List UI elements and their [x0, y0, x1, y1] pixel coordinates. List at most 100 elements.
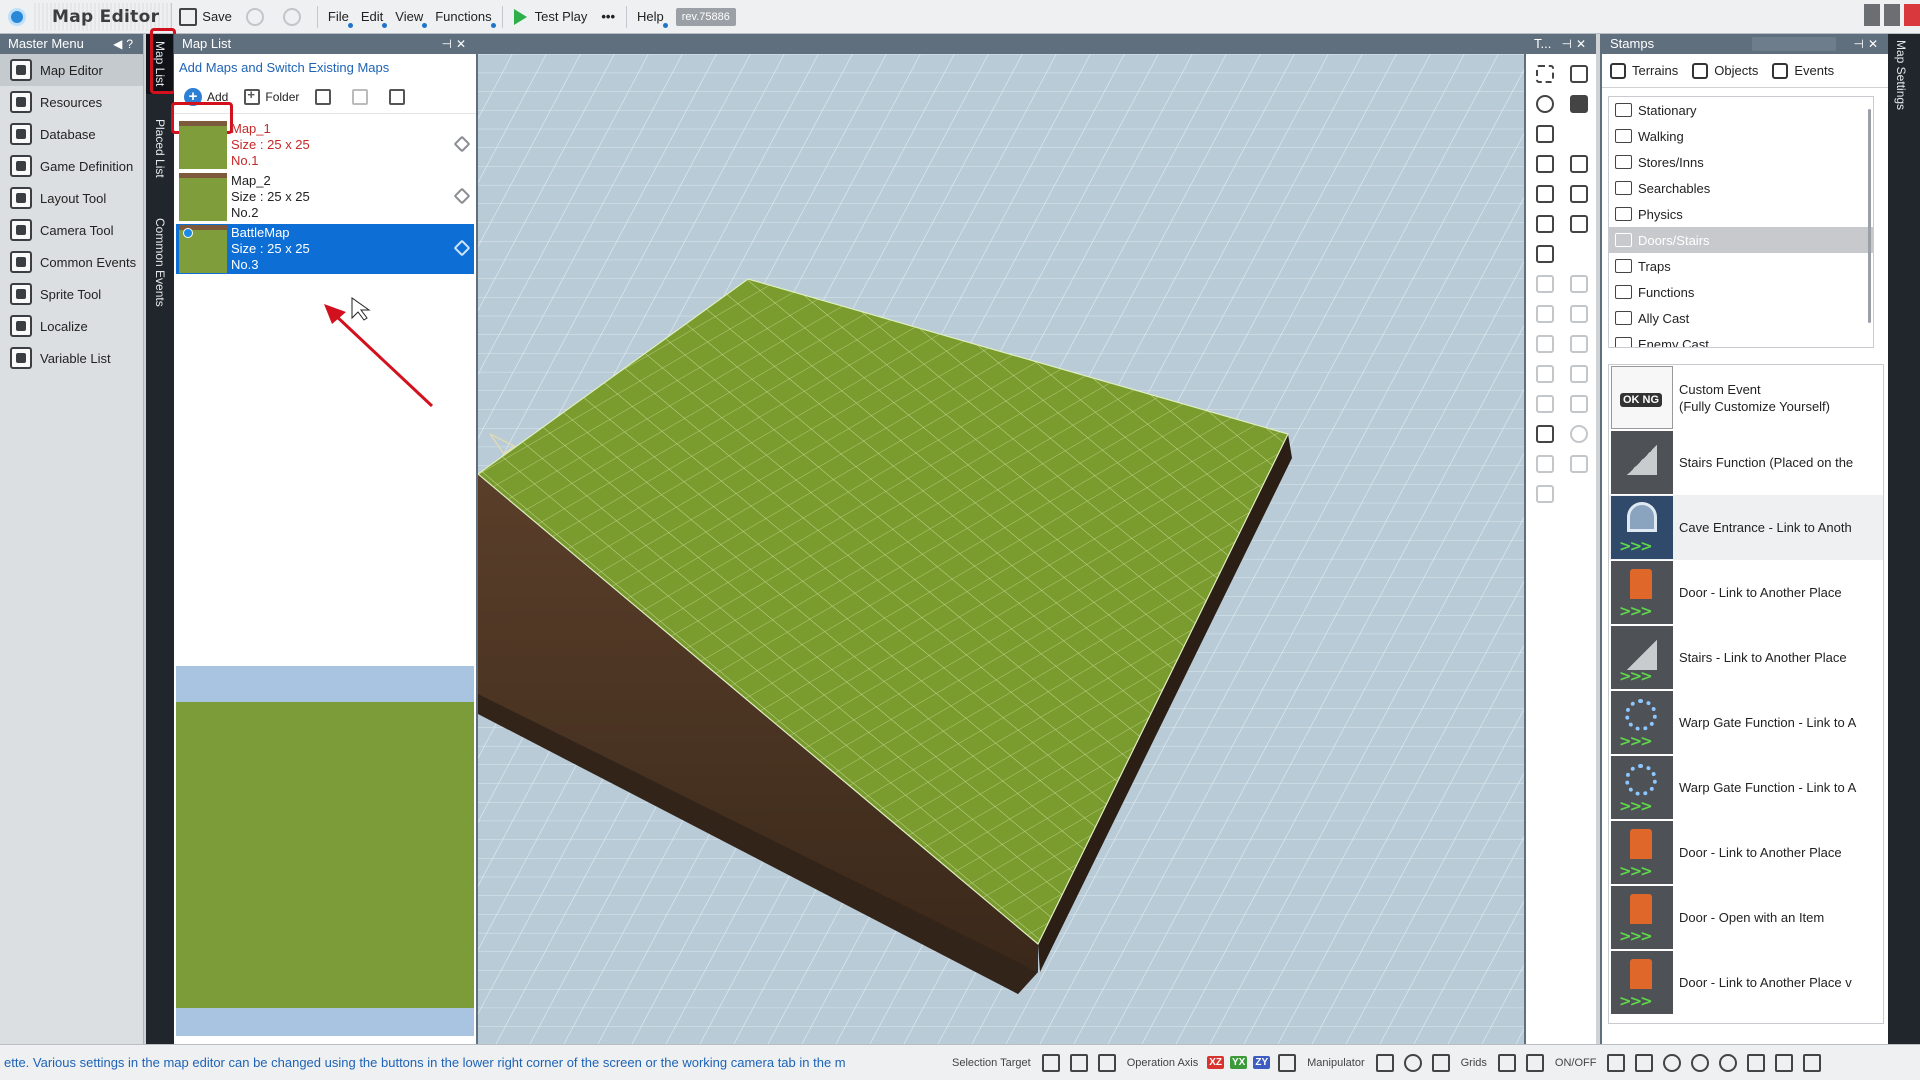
tab-terrains[interactable]: Terrains — [1610, 62, 1678, 79]
master-menu-item[interactable]: Sprite Tool — [0, 278, 143, 310]
view-character-icon[interactable] — [1775, 1053, 1794, 1072]
stamp-category-item[interactable]: Stationary — [1609, 97, 1873, 123]
duplicate-map-button[interactable] — [309, 84, 342, 110]
map-list-item-selected[interactable]: BattleMap Size : 25 x 25 No.3 — [176, 224, 474, 274]
stamp-item[interactable]: >>> Warp Gate Function - Link to A — [1609, 755, 1883, 820]
stamp-tool[interactable] — [1566, 210, 1592, 238]
delete-tool[interactable] — [1532, 480, 1558, 508]
layer-tool[interactable] — [1566, 330, 1592, 358]
stamps-search-input[interactable] — [1752, 37, 1836, 51]
lower-tool[interactable] — [1566, 270, 1592, 298]
stamp-item[interactable]: >>> Door - Open with an Item — [1609, 885, 1883, 950]
bucket-tool[interactable] — [1566, 150, 1592, 178]
cube-tool[interactable] — [1532, 120, 1558, 148]
target-tool[interactable] — [1566, 420, 1592, 448]
tab-events[interactable]: Events — [1772, 62, 1834, 79]
stamp-item[interactable]: Stairs Function (Placed on the — [1609, 430, 1883, 495]
triangle-tool[interactable] — [1532, 360, 1558, 388]
view-settings-icon[interactable] — [1691, 1053, 1710, 1072]
house-tool[interactable] — [1532, 240, 1558, 268]
stamp-category-item[interactable]: Traps — [1609, 253, 1873, 279]
map-3d-scene[interactable] — [478, 54, 1524, 1044]
stamp-category-item[interactable]: Ally Cast — [1609, 305, 1873, 331]
stamp-category-item[interactable]: Functions — [1609, 279, 1873, 305]
pencil-tool[interactable] — [1532, 150, 1558, 178]
window-tool[interactable] — [1566, 360, 1592, 388]
edit-map-icon[interactable] — [453, 187, 471, 205]
save-button[interactable]: Save — [172, 3, 239, 31]
manipulator-toggle-icon[interactable] — [1278, 1053, 1297, 1072]
flip-tool[interactable] — [1532, 300, 1558, 328]
rotate-tool[interactable] — [1566, 300, 1592, 328]
more-button[interactable]: ••• — [594, 3, 622, 31]
map-settings-side-tab[interactable]: Map Settings — [1888, 34, 1920, 1044]
menu-edit[interactable]: Edit — [355, 3, 389, 31]
map-list-header-tools[interactable]: ⊣✕ — [441, 34, 470, 54]
eraser-tool[interactable] — [1532, 180, 1558, 208]
view-camera-icon[interactable] — [1719, 1053, 1738, 1072]
paste-tool[interactable] — [1566, 450, 1592, 478]
minimize-button[interactable] — [1864, 4, 1880, 26]
view-light-icon[interactable] — [1663, 1053, 1682, 1072]
eyedropper-tool[interactable] — [1566, 180, 1592, 208]
grid-tool[interactable] — [1566, 90, 1592, 118]
rotate-gizmo-icon[interactable] — [1403, 1053, 1422, 1072]
group-tool[interactable] — [1532, 390, 1558, 418]
stamp-category-item[interactable]: Physics — [1609, 201, 1873, 227]
master-menu-item[interactable]: Layout Tool — [0, 182, 143, 214]
scale-gizmo-icon[interactable] — [1431, 1053, 1450, 1072]
menu-view[interactable]: View — [389, 3, 429, 31]
tab-objects[interactable]: Objects — [1692, 62, 1758, 79]
undo-button[interactable] — [239, 3, 276, 31]
selection-object-icon[interactable] — [1069, 1053, 1088, 1072]
selection-event-icon[interactable] — [1097, 1053, 1116, 1072]
map-list-item[interactable]: Map_1 Size : 25 x 25 No.1 — [176, 120, 474, 170]
copy-tool[interactable] — [1532, 450, 1558, 478]
stamp-category-item[interactable]: Walking — [1609, 123, 1873, 149]
master-menu-item[interactable]: Resources — [0, 86, 143, 118]
master-menu-header-tools[interactable]: ◀? — [113, 34, 137, 54]
stamp-category-item[interactable]: Stores/Inns — [1609, 149, 1873, 175]
pointer-tool[interactable] — [1566, 60, 1592, 88]
master-menu-item[interactable]: Camera Tool — [0, 214, 143, 246]
edit-map-icon[interactable] — [453, 239, 471, 257]
map-list-item[interactable]: Map_2 Size : 25 x 25 No.2 — [176, 172, 474, 222]
raise-tool[interactable] — [1532, 270, 1558, 298]
view-layer-icon[interactable] — [1635, 1053, 1654, 1072]
stamp-category-item[interactable]: Searchables — [1609, 175, 1873, 201]
camera-view-tool[interactable] — [1532, 420, 1558, 448]
restore-button[interactable] — [1884, 4, 1900, 26]
delete-map-button[interactable] — [383, 84, 416, 110]
paste-map-button[interactable] — [346, 84, 379, 110]
stamp-item[interactable]: >>> Warp Gate Function - Link to A — [1609, 690, 1883, 755]
stamp-item[interactable]: OK NG Custom Event (Fully Customize Yourse… — [1609, 365, 1883, 430]
master-menu-item[interactable]: Common Events — [0, 246, 143, 278]
stamp-item[interactable]: >>> Cave Entrance - Link to Anoth — [1609, 495, 1883, 560]
selection-target-icon[interactable] — [1041, 1053, 1060, 1072]
axis-yx-button[interactable]: YX — [1230, 1056, 1248, 1069]
view-collision-icon[interactable] — [1747, 1053, 1766, 1072]
grid-snap-icon[interactable] — [1497, 1053, 1516, 1072]
stamp-category-item[interactable]: Enemy Cast — [1609, 331, 1873, 347]
lasso-tool[interactable] — [1532, 90, 1558, 118]
ungroup-tool[interactable] — [1566, 390, 1592, 418]
add-folder-button[interactable]: Folder — [238, 84, 305, 110]
axis-zy-button[interactable]: ZY — [1253, 1056, 1271, 1069]
master-menu-item[interactable]: Variable List — [0, 342, 143, 374]
view-grid-icon[interactable] — [1607, 1053, 1626, 1072]
menu-help[interactable]: Help — [631, 3, 670, 31]
add-map-button[interactable]: + Add — [178, 84, 234, 110]
close-window-button[interactable] — [1904, 4, 1920, 26]
stamps-header-tools[interactable]: ⊣✕ — [1853, 34, 1882, 54]
category-scrollbar[interactable] — [1868, 109, 1871, 323]
stamp-item[interactable]: >>> Door - Link to Another Place — [1609, 820, 1883, 885]
master-menu-item[interactable]: Map Editor — [0, 54, 143, 86]
tab-map-list[interactable]: Map List — [146, 34, 174, 94]
menu-functions[interactable]: Functions — [429, 3, 497, 31]
map-viewport[interactable] — [478, 34, 1524, 1044]
stamp-item[interactable]: >>> Door - Link to Another Place v — [1609, 950, 1883, 1015]
tab-common-events[interactable]: Common Events — [146, 202, 174, 322]
master-menu-item[interactable]: Localize — [0, 310, 143, 342]
master-menu-item[interactable]: Database — [0, 118, 143, 150]
stamp-item[interactable]: >>> Door - Link to Another Place — [1609, 560, 1883, 625]
